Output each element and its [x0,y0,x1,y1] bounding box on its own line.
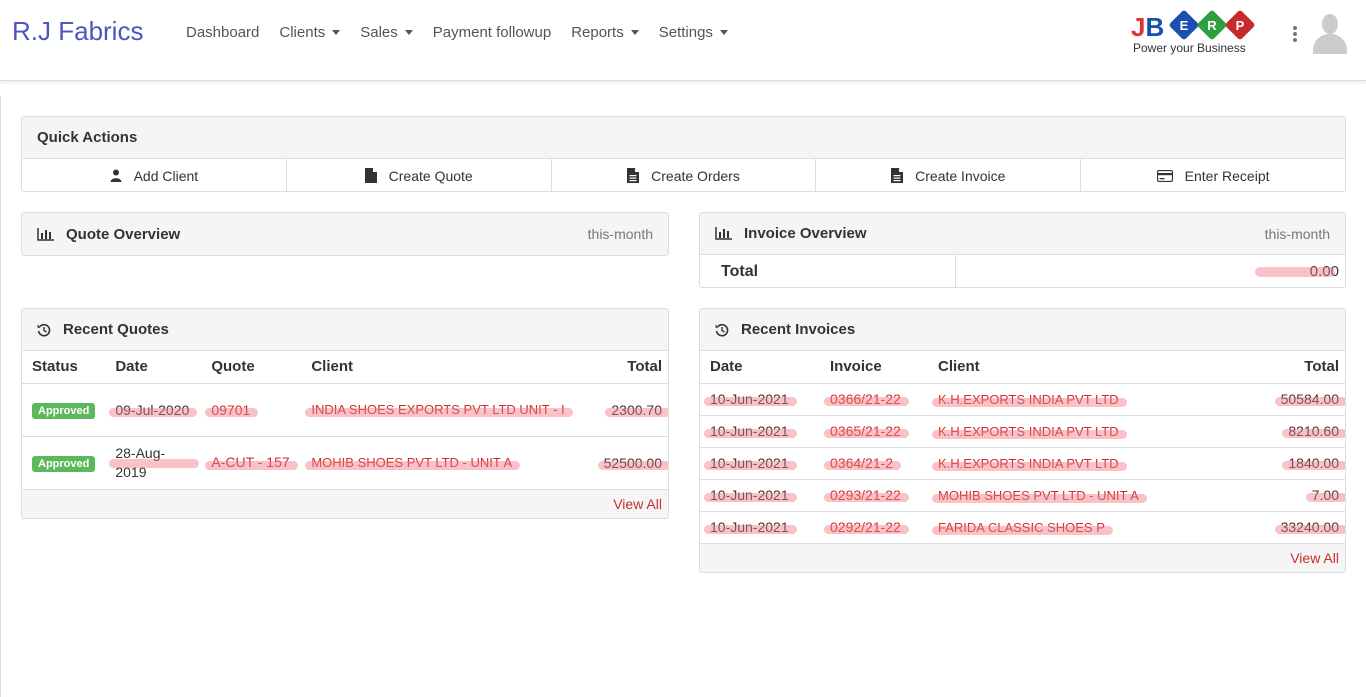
invoice-total: 8210.60 [1282,423,1345,439]
recent-invoices-panel: Recent Invoices Date Invoice Client Tota… [699,308,1346,573]
view-all-quotes-link[interactable]: View All [613,496,662,512]
bar-chart-icon [715,227,732,240]
invoice-date: 10-Jun-2021 [704,487,797,503]
col-invoice[interactable]: Invoice [820,351,928,384]
recent-quotes-footer: View All [22,489,668,518]
recent-quotes-title: Recent Quotes [63,321,169,338]
invoice-overview-title: Invoice Overview [744,225,867,242]
invoice-client-link[interactable]: MOHIB SHOES PVT LTD - UNIT A [932,488,1147,503]
col-date[interactable]: Date [105,351,202,384]
table-row[interactable]: Approved 28-Aug-2019 A-CUT - 157 MOHIB S… [22,436,668,490]
invoice-number-link[interactable]: 0366/21-22 [824,391,909,407]
jberp-logo: JB E R P Power your Business [1131,9,1263,58]
recent-quotes-panel: Recent Quotes Status Date Quote Client T… [21,308,669,519]
table-row[interactable]: 10-Jun-2021 0293/21-22 MOHIB SHOES PVT L… [700,479,1345,512]
invoice-date: 10-Jun-2021 [704,455,797,471]
quote-date: 28-Aug-2019 [109,444,200,482]
user-icon [110,169,122,182]
nav-clients[interactable]: Clients [279,24,341,41]
logo-tagline: Power your Business [1133,41,1246,55]
nav-dashboard[interactable]: Dashboard [186,24,259,41]
invoice-client-link[interactable]: K.H.EXPORTS INDIA PVT LTD [932,424,1127,439]
bar-chart-icon [37,227,54,241]
invoice-total: 7.00 [1305,487,1345,503]
history-icon [715,323,729,337]
nav-reports[interactable]: Reports [571,24,639,41]
invoice-overview-panel: Invoice Overview this-month Total 0.00 [699,212,1346,288]
nav-settings[interactable]: Settings [659,24,728,41]
nav-payment-followup[interactable]: Payment followup [433,24,551,41]
recent-invoices-footer: View All [700,543,1345,572]
file-icon [364,168,377,183]
view-all-invoices-link[interactable]: View All [1290,550,1339,566]
table-row[interactable]: 10-Jun-2021 0292/21-22 FARIDA CLASSIC SH… [700,511,1345,544]
add-client-button[interactable]: Add Client [22,159,287,191]
invoice-number-link[interactable]: 0293/21-22 [824,487,909,503]
caret-down-icon [332,30,341,35]
col-quote[interactable]: Quote [201,351,302,384]
col-total[interactable]: Total [1255,351,1345,384]
quote-total: 52500.00 [597,454,668,471]
quote-overview-title: Quote Overview [66,225,181,243]
create-quote-button[interactable]: Create Quote [287,159,552,191]
top-navbar: R.J Fabrics Dashboard Clients Sales Paym… [0,0,1366,81]
redaction-mark [1255,267,1335,277]
more-options-icon[interactable] [1292,26,1298,42]
invoice-total: 33240.00 [1274,519,1345,535]
caret-down-icon [404,30,413,35]
quote-client-link[interactable]: MOHIB SHOES PVT LTD - UNIT A [305,455,520,470]
status-badge: Approved [32,402,96,419]
invoice-date: 10-Jun-2021 [704,391,797,407]
main-nav: Dashboard Clients Sales Payment followup… [186,24,748,41]
invoice-date: 10-Jun-2021 [704,423,797,439]
enter-receipt-button[interactable]: Enter Receipt [1081,159,1345,191]
history-icon [37,323,51,337]
quote-overview-period[interactable]: this-month [588,226,653,242]
invoice-client-link[interactable]: FARIDA CLASSIC SHOES P [932,520,1113,535]
quote-total: 2300.70 [605,401,668,418]
table-row[interactable]: 10-Jun-2021 0366/21-22 K.H.EXPORTS INDIA… [700,383,1345,416]
invoice-number-link[interactable]: 0365/21-22 [824,423,909,439]
quick-actions-title: Quick Actions [22,117,1345,159]
quote-date: 09-Jul-2020 [109,401,198,418]
quick-actions-panel: Quick Actions Add Client Create Quote Cr… [21,116,1346,192]
recent-invoices-table: Date Invoice Client Total 10-Jun-2021 03… [700,351,1345,544]
credit-card-icon [1156,169,1173,182]
file-text-icon [627,168,640,183]
quote-client-link[interactable]: INDIA SHOES EXPORTS PVT LTD UNIT - I [305,400,574,419]
table-row[interactable]: 10-Jun-2021 0364/21-2 K.H.EXPORTS INDIA … [700,447,1345,480]
col-date[interactable]: Date [700,351,820,384]
col-total[interactable]: Total [588,351,668,384]
brand-title[interactable]: R.J Fabrics [12,16,143,47]
col-status[interactable]: Status [22,351,106,384]
invoice-total-label: Total [700,255,956,287]
quote-number-link[interactable]: 09701 [205,402,259,418]
recent-quotes-table: Status Date Quote Client Total Approved … [22,351,668,490]
table-row[interactable]: Approved 09-Jul-2020 09701 INDIA SHOES E… [22,383,668,437]
invoice-total: 1840.00 [1282,455,1345,471]
nav-sales[interactable]: Sales [360,24,413,41]
create-invoice-button[interactable]: Create Invoice [816,159,1082,191]
invoice-client-link[interactable]: K.H.EXPORTS INDIA PVT LTD [932,456,1127,471]
content-border [0,96,1,697]
invoice-number-link[interactable]: 0364/21-2 [823,455,902,471]
recent-invoices-title: Recent Invoices [741,321,856,338]
status-badge: Approved [32,455,96,472]
caret-down-icon [719,30,728,35]
invoice-overview-period[interactable]: this-month [1265,226,1330,242]
invoice-number-link[interactable]: 0292/21-22 [824,519,909,535]
quote-overview-panel: Quote Overview this-month [21,212,669,256]
table-row[interactable]: 10-Jun-2021 0365/21-22 K.H.EXPORTS INDIA… [700,415,1345,448]
invoice-client-link[interactable]: K.H.EXPORTS INDIA PVT LTD [932,392,1127,407]
caret-down-icon [630,30,639,35]
col-client[interactable]: Client [301,351,588,384]
quote-number-link[interactable]: A-CUT - 157 [205,453,299,472]
invoice-date: 10-Jun-2021 [704,519,797,535]
create-orders-button[interactable]: Create Orders [552,159,817,191]
col-client[interactable]: Client [928,351,1255,384]
invoice-total: 50584.00 [1274,391,1345,407]
user-avatar[interactable] [1311,12,1349,54]
file-text-icon [891,168,904,183]
